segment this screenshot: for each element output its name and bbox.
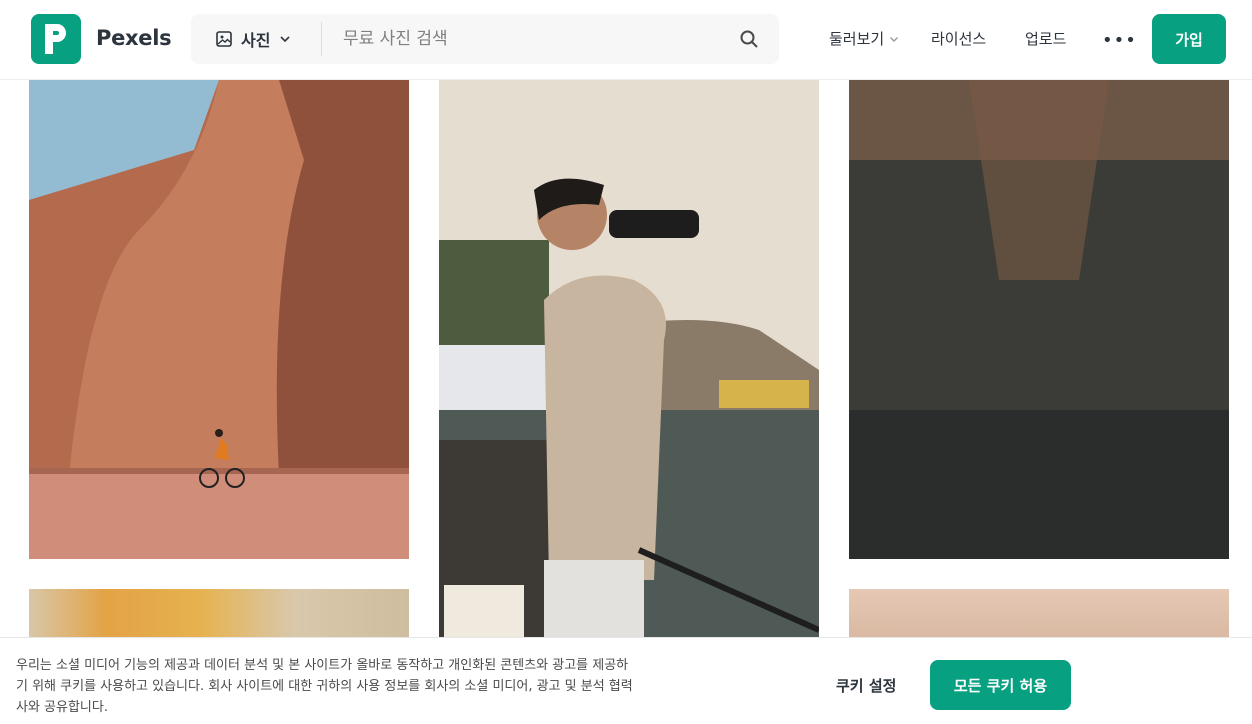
search-icon[interactable] [739,29,759,49]
photo-pastel-sky[interactable] [849,589,1229,637]
search-divider [321,22,322,56]
nav-explore-label: 둘러보기 [829,30,885,48]
more-menu-icon[interactable]: ••• [1102,30,1137,51]
photo-water-art [849,80,1229,559]
cookie-settings-button[interactable]: 쿠키 설정 [836,675,896,696]
photo-sand-feet[interactable] [29,589,409,637]
nav-explore[interactable]: 둘러보기 [829,28,900,49]
media-type-label: 사진 [241,31,271,50]
photo-man-binoculars[interactable] [439,80,819,637]
accept-all-cookies-button[interactable]: 모든 쿠키 허용 [930,660,1071,710]
cookie-notice-text: 우리는 소셜 미디어 기능의 제공과 데이터 분석 및 본 사이트가 올바로 동… [16,658,633,715]
nav-upload[interactable]: 업로드 [1025,28,1066,49]
search-bar: 사진 [191,14,779,64]
search-input[interactable] [331,14,721,64]
nav-license[interactable]: 라이선스 [931,28,986,49]
brand-name[interactable]: Pexels [96,26,172,50]
photo-fortress-art [29,80,409,559]
join-button[interactable]: 가입 [1152,14,1226,64]
chevron-down-icon [280,36,291,43]
media-type-dropdown[interactable]: 사진 [215,14,292,64]
chevron-down-icon [890,36,899,42]
photo-water-sunset[interactable] [849,80,1229,559]
photo-binoculars-art [439,80,819,637]
top-header: Pexels 사진 둘러보기 라이선스 업로드 ••• 가입 [0,0,1252,80]
photo-fortress-cyclist[interactable] [29,80,409,559]
cookie-banner: 우리는 소셜 미디어 기능의 제공과 데이터 분석 및 본 사이트가 올바로 동… [0,637,1252,724]
pexels-logo-icon[interactable] [31,14,81,64]
image-icon [216,31,232,47]
